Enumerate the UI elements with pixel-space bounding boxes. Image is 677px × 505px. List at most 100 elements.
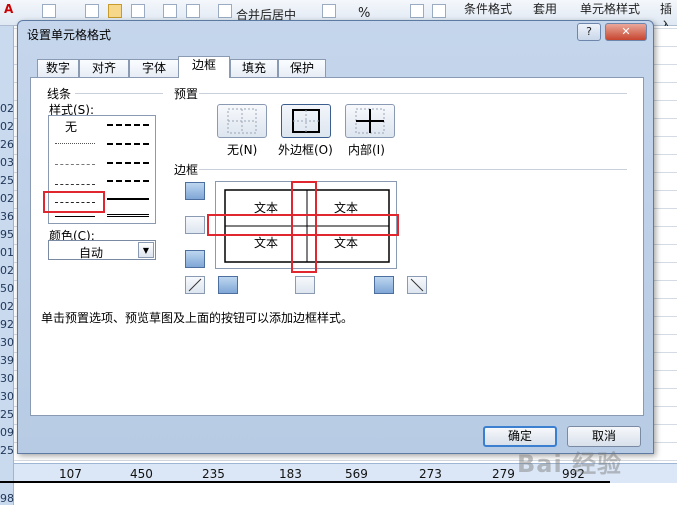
help-button[interactable]: ?	[577, 23, 601, 41]
presets-group-label: 预置	[174, 87, 199, 101]
line-style-thin[interactable]	[55, 216, 95, 217]
row-number[interactable]: 02	[0, 264, 14, 277]
row-number[interactable]: 25	[0, 408, 14, 421]
row-number[interactable]: 26	[0, 138, 14, 151]
format-as-table-button[interactable]: 套用	[533, 0, 557, 17]
preset-outline-label: 外边框(O)	[278, 143, 333, 157]
diagonal-up-icon	[188, 278, 202, 292]
preset-none-icon	[227, 108, 257, 134]
tab-border[interactable]: 边框	[178, 56, 230, 78]
row-number[interactable]: 92	[0, 318, 14, 331]
preview-text: 文本	[254, 236, 279, 250]
highlight-line-style	[43, 191, 105, 213]
tab-font[interactable]: 字体	[129, 59, 179, 78]
cell-styles-button[interactable]: 单元格样式	[580, 0, 640, 17]
row-number[interactable]: 50	[0, 282, 14, 295]
cell-value[interactable]: 279	[492, 467, 515, 481]
color-dropdown[interactable]: 自动 ▼	[48, 240, 156, 260]
align-center-icon[interactable]	[108, 4, 122, 18]
line-style-none[interactable]: 无	[65, 118, 77, 135]
row-number[interactable]: 02	[0, 300, 14, 313]
border-inside-horizontal-button[interactable]	[185, 216, 205, 234]
preset-outline-button[interactable]	[281, 104, 331, 138]
cell-value[interactable]: 183	[279, 467, 302, 481]
row-number[interactable]: 01	[0, 246, 14, 259]
cell-value[interactable]: 450	[130, 467, 153, 481]
cell-value[interactable]: 107	[59, 467, 82, 481]
border-diagonal-up-button[interactable]	[185, 276, 205, 294]
row-number[interactable]: 09	[0, 426, 14, 439]
line-style-double[interactable]	[107, 214, 149, 217]
empty-rows	[14, 483, 677, 505]
preview-text: 文本	[334, 236, 359, 250]
font-color-icon[interactable]: A	[4, 2, 18, 16]
preset-inside-label: 内部(I)	[348, 143, 385, 157]
format-cells-dialog: 设置单元格格式 ? ✕ 数字 对齐 字体 边框 填充 保护 线条 样式(S): …	[17, 20, 654, 454]
line-style-slant-dash-dot[interactable]	[107, 143, 149, 145]
diagonal-down-icon	[410, 278, 424, 292]
preset-inside-button[interactable]	[345, 104, 395, 138]
tab-fill[interactable]: 填充	[230, 59, 278, 78]
line-style-dotted[interactable]	[55, 143, 95, 144]
row-number[interactable]: 02	[0, 120, 14, 133]
line-group-label: 线条	[47, 87, 72, 101]
row-number[interactable]: 02	[0, 192, 14, 205]
row-number[interactable]: 30	[0, 372, 14, 385]
border-group-label: 边框	[174, 163, 199, 177]
row-number[interactable]: 25	[0, 444, 14, 457]
group-divider	[75, 93, 163, 94]
preset-none-button[interactable]	[217, 104, 267, 138]
watermark-logo: Bai 经验	[517, 450, 623, 478]
border-left-button[interactable]	[218, 276, 238, 294]
line-style-medium-dashed[interactable]	[107, 180, 149, 182]
line-style-dash-dot-dot[interactable]	[55, 164, 95, 165]
preset-none-label: 无(N)	[227, 143, 258, 157]
tab-alignment[interactable]: 对齐	[79, 59, 129, 78]
border-inside-vertical-button[interactable]	[295, 276, 315, 294]
row-number[interactable]: 98	[0, 492, 14, 505]
cell-value[interactable]: 235	[202, 467, 225, 481]
cell-value[interactable]: 273	[419, 467, 442, 481]
line-style-dash-dot[interactable]	[55, 184, 95, 185]
selection-border	[0, 481, 610, 483]
preset-inside-icon	[355, 108, 385, 134]
border-tab-panel: 线条 样式(S): 无 颜色(C): 自动 ▼ 预置 无(N) 外边框(O) 内…	[30, 77, 644, 416]
align-right-icon[interactable]	[131, 4, 145, 18]
border-top-button[interactable]	[185, 182, 205, 200]
conditional-format-button[interactable]: 条件格式	[464, 0, 512, 17]
percent-button[interactable]: %	[358, 6, 370, 21]
row-number[interactable]: 02	[0, 102, 14, 115]
increase-decimal-icon[interactable]	[410, 4, 424, 18]
wrap-icon[interactable]	[42, 4, 56, 18]
currency-icon[interactable]	[322, 4, 336, 18]
close-button[interactable]: ✕	[605, 23, 647, 41]
row-number[interactable]: 03	[0, 156, 14, 169]
chevron-down-icon[interactable]: ▼	[138, 242, 154, 258]
border-diagonal-down-button[interactable]	[407, 276, 427, 294]
indent-decrease-icon[interactable]	[163, 4, 177, 18]
hint-text: 单击预置选项、预览草图及上面的按钮可以添加边框样式。	[41, 311, 354, 325]
line-style-medium[interactable]	[107, 198, 149, 200]
cell-value[interactable]: 569	[345, 467, 368, 481]
highlight-inside-horizontal	[207, 214, 399, 236]
group-divider	[199, 93, 627, 94]
border-bottom-button[interactable]	[185, 250, 205, 268]
line-style-medium-dash-dot[interactable]	[107, 162, 149, 164]
decrease-decimal-icon[interactable]	[432, 4, 446, 18]
row-number[interactable]: 95	[0, 228, 14, 241]
row-number[interactable]: 39	[0, 354, 14, 367]
row-number[interactable]: 25	[0, 174, 14, 187]
align-left-icon[interactable]	[85, 4, 99, 18]
merge-icon[interactable]	[218, 4, 232, 18]
preset-outline-icon	[292, 109, 320, 133]
line-style-medium-dash-dot-dot[interactable]	[107, 124, 149, 126]
tab-protection[interactable]: 保护	[278, 59, 326, 78]
border-right-button[interactable]	[374, 276, 394, 294]
row-header: 02 02 26 03 25 02 36 95 01 02 50 02 92 3…	[0, 26, 14, 505]
indent-increase-icon[interactable]	[186, 4, 200, 18]
color-value: 自动	[79, 246, 104, 260]
row-number[interactable]: 36	[0, 210, 14, 223]
row-number[interactable]: 30	[0, 390, 14, 403]
row-number[interactable]: 30	[0, 336, 14, 349]
tab-number[interactable]: 数字	[37, 59, 79, 78]
